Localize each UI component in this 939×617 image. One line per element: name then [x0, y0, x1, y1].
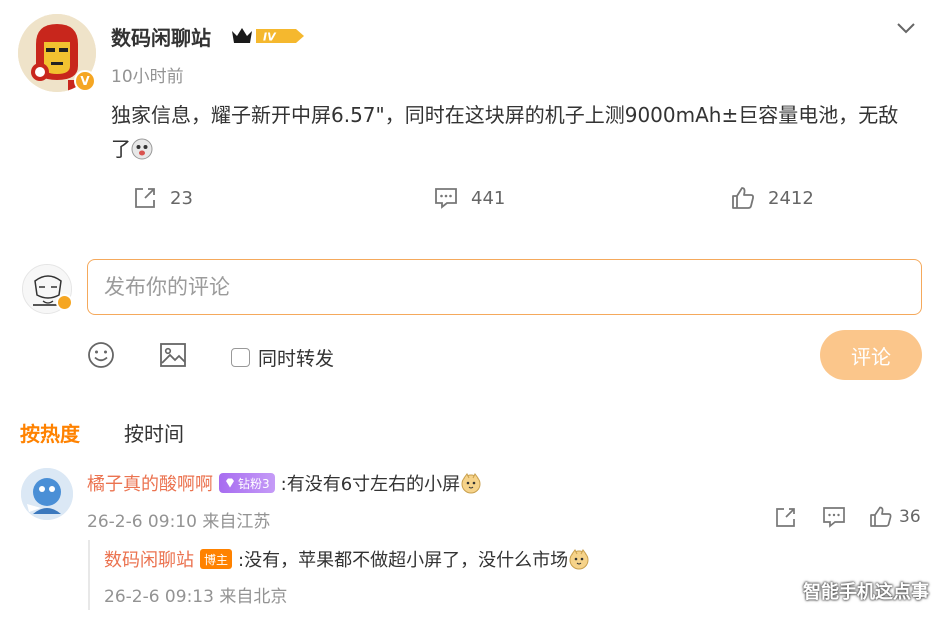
repost-checkbox[interactable]: 同时转发: [231, 344, 334, 371]
chevron-down-icon[interactable]: [894, 16, 918, 40]
doge-emoji-icon: [131, 136, 153, 160]
commenter-name[interactable]: 橘子真的酸啊啊: [87, 470, 213, 496]
repost-count: 23: [170, 187, 193, 209]
reply-line: 数码闲聊站 博主 :没有，苹果都不做超小屏了，没什么市场: [104, 546, 590, 572]
post-text: 独家信息，耀子新开中屏6.57"，同时在这块屏的机子上测9000mAh±巨容量电…: [111, 98, 911, 166]
tab-sort-hot[interactable]: 按热度: [20, 418, 80, 448]
comment-icon: [823, 507, 845, 528]
comment-reply-button[interactable]: [822, 504, 846, 530]
reply-text: :没有，苹果都不做超小屏了，没什么市场: [238, 550, 569, 571]
comment-meta: 26-2-6 09:10 来自江苏: [87, 512, 271, 532]
like-count: 2412: [768, 187, 814, 209]
diamond-icon: [226, 478, 234, 488]
post-action-bar: 23 441 2412: [0, 178, 939, 218]
comment-button[interactable]: 441: [433, 178, 505, 218]
post-header: V 数码闲聊站 IV 10小时前: [18, 10, 918, 100]
reply-meta: 26-2-6 09:13 来自北京: [104, 587, 288, 607]
level-badge: IV: [230, 25, 306, 47]
comment-like-count: 36: [899, 507, 921, 527]
fan-badge-text: 钻粉3: [238, 476, 270, 491]
comment-input[interactable]: [87, 259, 922, 315]
comment-composer: 同时转发 评论: [0, 256, 939, 396]
verified-badge-icon: [56, 294, 73, 311]
post-author-name[interactable]: 数码闲聊站: [111, 22, 211, 51]
verified-badge-icon: V: [74, 70, 96, 92]
comment-repost-button[interactable]: [774, 504, 798, 530]
doge-emoji-icon: [460, 472, 482, 494]
emoji-icon[interactable]: [86, 340, 116, 370]
watermark: 智能手机这点事: [803, 582, 929, 603]
repost-button[interactable]: 23: [132, 178, 193, 218]
share-icon: [776, 508, 795, 527]
comment-text: :有没有6寸左右的小屏: [280, 474, 461, 495]
like-button[interactable]: 2412: [730, 178, 814, 218]
post-time: 10小时前: [111, 67, 184, 87]
comment-line: 橘子真的酸啊啊 钻粉3 :有没有6寸左右的小屏: [87, 470, 482, 496]
checkbox-box[interactable]: [231, 348, 250, 367]
thumbs-up-icon: [732, 187, 754, 209]
thumbs-up-icon: [870, 506, 892, 527]
comment-icon: [435, 188, 457, 209]
comment-like-button[interactable]: 36: [869, 504, 921, 530]
comment-item: 橘子真的酸啊啊 钻粉3 :有没有6寸左右的小屏 26-2-6 09:10 来自江…: [0, 464, 939, 534]
reply-item: 数码闲聊站 博主 :没有，苹果都不做超小屏了，没什么市场 26-2-6 09:1…: [88, 540, 918, 610]
comment-count: 441: [471, 187, 506, 209]
image-icon[interactable]: [158, 340, 188, 370]
reply-author-name[interactable]: 数码闲聊站: [104, 546, 194, 572]
submit-comment-button[interactable]: 评论: [820, 330, 922, 380]
repost-checkbox-label: 同时转发: [258, 348, 335, 370]
doge-emoji-icon: [568, 548, 590, 570]
comment-sort-tabs: 按热度 按时间: [20, 418, 184, 448]
fan-badge: 钻粉3: [219, 473, 275, 493]
commenter-avatar[interactable]: [21, 468, 73, 520]
level-text: IV: [263, 31, 277, 44]
owner-badge: 博主: [200, 549, 233, 569]
share-icon: [135, 188, 155, 208]
tab-sort-time[interactable]: 按时间: [124, 418, 184, 448]
post-text-content: 独家信息，耀子新开中屏6.57"，同时在这块屏的机子上测9000mAh±巨容量电…: [111, 103, 899, 161]
